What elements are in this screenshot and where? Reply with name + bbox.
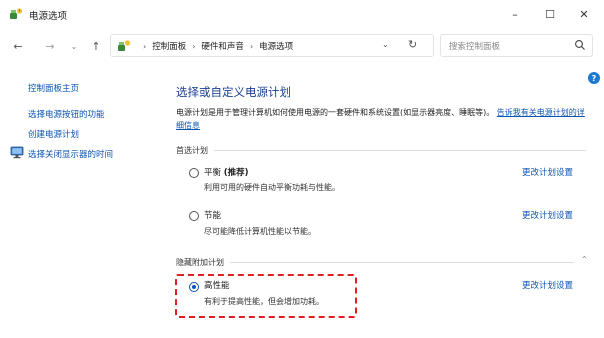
search-input[interactable]: 搜索控制面板 [440,34,593,57]
plan-name-text: 平衡 [204,168,222,178]
description-text: 电源计划是用于管理计算机如何使用电源的一套硬件和系统设置(如显示器亮度、睡眠等)… [176,108,495,117]
plan-desc-balanced: 利用可用的硬件自动平衡功耗与性能。 [204,183,340,192]
title-bar: 电源选项 – ☐ ✕ [0,0,604,30]
recent-locations-button[interactable]: ⌄ [66,38,82,54]
breadcrumb: › 控制面板 › 硬件和声音 › 电源选项 [137,40,293,53]
close-button[interactable]: ✕ [569,4,599,24]
navigation-bar: ← → ⌄ ↑ › 控制面板 › 硬件和声音 › 电源选项 ⌄ ↻ 搜索控制面板 [0,31,604,61]
plan-radio-power-saver[interactable] [189,211,199,221]
refresh-icon[interactable]: ↻ [408,38,417,51]
up-button[interactable]: ↑ [88,38,104,54]
group-divider [230,262,574,263]
plan-desc-power-saver: 尽可能降低计算机性能以节能。 [204,227,316,236]
window-title: 电源选项 [29,11,68,22]
preferred-plans-label: 首选计划 [176,146,208,155]
hidden-plans-label: 隐藏附加计划 [176,258,224,267]
choose-display-off-time-link[interactable]: 选择关闭显示器的时间 [28,148,113,160]
recommended-tag: (推荐) [223,168,249,178]
breadcrumb-hardware-sound[interactable]: 硬件和声音 [201,40,244,52]
choose-power-button-link[interactable]: 选择电源按钮的功能 [28,108,105,120]
plan-name-power-saver: 节能 [204,211,222,221]
search-icon[interactable] [574,39,586,51]
create-power-plan-link[interactable]: 创建电源计划 [28,128,79,140]
hidden-plans-header[interactable]: 隐藏附加计划 [176,257,574,268]
change-plan-settings-power-saver[interactable]: 更改计划设置 [522,209,573,221]
change-plan-settings-balanced[interactable]: 更改计划设置 [522,166,573,178]
plan-radio-high-performance[interactable] [189,282,199,292]
back-button[interactable]: ← [10,38,26,54]
monitor-icon [10,146,24,159]
breadcrumb-power-options[interactable]: 电源选项 [259,40,293,52]
breadcrumb-control-panel[interactable]: 控制面板 [152,40,186,52]
preferred-plans-header: 首选计划 [176,145,586,156]
page-title: 选择或自定义电源计划 [176,85,291,99]
change-plan-settings-high-performance[interactable]: 更改计划设置 [522,279,573,291]
help-icon[interactable]: ? [588,72,600,84]
maximize-button[interactable]: ☐ [535,4,565,24]
plan-desc-high-performance: 有利于提高性能，但会增加功耗。 [204,297,324,306]
control-panel-home-link[interactable]: 控制面板主页 [28,82,79,94]
power-options-icon [10,8,23,19]
chevron-up-icon[interactable]: ⌃ [581,255,588,264]
control-panel-icon [118,40,131,51]
forward-button[interactable]: → [42,38,58,54]
page-description: 电源计划是用于管理计算机如何使用电源的一套硬件和系统设置(如显示器亮度、睡眠等)… [176,106,588,132]
breadcrumb-separator: › [192,41,196,51]
breadcrumb-separator: › [143,41,147,51]
group-divider [214,150,586,151]
plan-name-balanced: 平衡 (推荐) [204,166,249,178]
address-bar[interactable]: › 控制面板 › 硬件和声音 › 电源选项 ⌄ ↻ [110,34,434,57]
plan-radio-balanced[interactable] [189,168,199,178]
minimize-button[interactable]: – [500,4,530,24]
plan-name-high-performance: 高性能 [204,281,230,291]
address-dropdown-icon[interactable]: ⌄ [382,40,389,49]
search-placeholder: 搜索控制面板 [449,42,501,52]
breadcrumb-separator: › [249,41,254,51]
